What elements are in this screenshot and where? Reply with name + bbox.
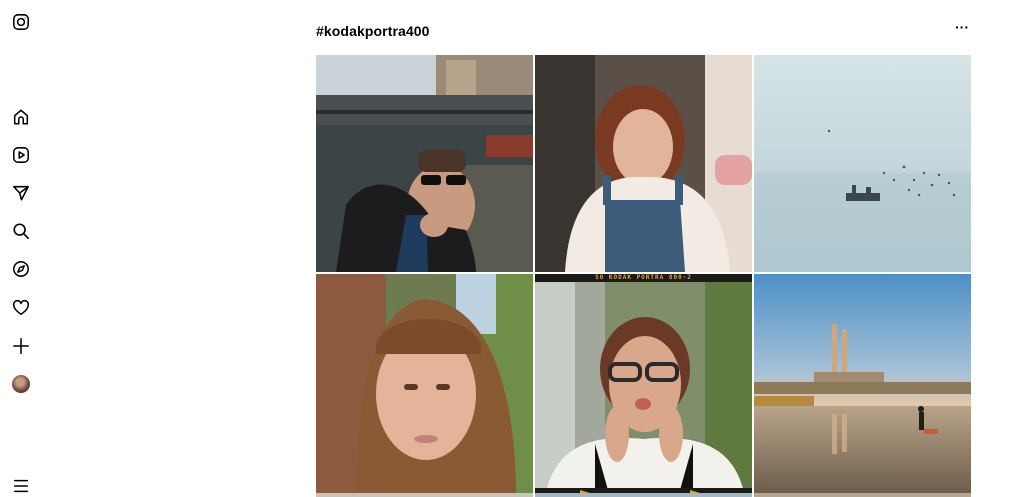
sidebar-nav	[0, 0, 44, 497]
post-thumbnail[interactable]	[316, 493, 533, 497]
post-thumbnail[interactable]	[535, 55, 752, 272]
home-icon[interactable]	[11, 107, 31, 127]
post-thumbnail[interactable]	[535, 493, 752, 497]
post-thumbnail[interactable]	[316, 55, 533, 272]
more-options-button[interactable]: ···	[952, 18, 972, 38]
messages-icon[interactable]	[11, 183, 31, 203]
film-edge-label: 50 KODAK PORTRA 800-2	[595, 274, 692, 281]
instagram-logo-icon[interactable]	[11, 12, 31, 32]
post-thumbnail[interactable]: 50 KODAK PORTRA 800-2	[535, 274, 752, 497]
search-icon[interactable]	[11, 221, 31, 241]
page-title: #kodakportra400	[316, 23, 430, 39]
reels-icon[interactable]	[11, 145, 31, 165]
more-menu-icon[interactable]	[11, 476, 31, 496]
post-thumbnail[interactable]	[754, 493, 971, 497]
explore-icon[interactable]	[11, 259, 31, 279]
post-thumbnail[interactable]	[316, 274, 533, 497]
post-thumbnail[interactable]	[754, 55, 971, 272]
notifications-heart-icon[interactable]	[11, 298, 31, 318]
create-plus-icon[interactable]	[11, 336, 31, 356]
profile-avatar[interactable]	[12, 375, 30, 393]
post-grid: 50 KODAK PORTRA 800-2	[316, 55, 971, 497]
post-thumbnail[interactable]	[754, 274, 971, 497]
